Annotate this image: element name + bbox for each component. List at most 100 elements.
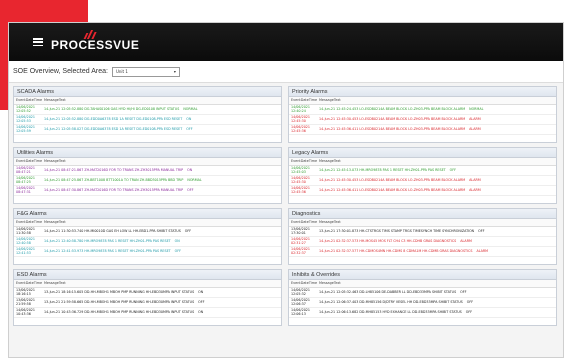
column-header-message[interactable]: MessageText	[317, 158, 556, 166]
alarm-row[interactable]: 14/06/2021 12:45:36 14-Jun-21 12:45:36.41…	[289, 185, 556, 196]
column-header-date[interactable]: EventDateTime	[14, 158, 42, 166]
column-header-date[interactable]: EventDateTime	[289, 97, 317, 105]
alarm-row[interactable]: 13/06/2021 18:16:15 13-Jun-21 18:16:15.60…	[14, 287, 281, 298]
alarm-row[interactable]: 13/06/2021 17:30:01 13-Jun-21 17:30:01.87…	[289, 226, 556, 237]
alarm-datetime: 14/06/2021 12:05:59	[14, 124, 42, 135]
alarm-status: ALARM	[469, 127, 481, 131]
alarm-message-cell: 14-Jun-21 12:41:53.973 HH-MRO9878 PAS 1 …	[42, 246, 281, 257]
column-header-date[interactable]: EventDateTime	[14, 219, 42, 227]
alarm-row[interactable]: 14/06/2021 12:05:52 14-Jun-21 12:05:52.88…	[14, 104, 281, 115]
column-header-message[interactable]: MessageText	[42, 280, 281, 288]
alarm-message-cell: 14-Jun-21 12:45:30.453 LO-ESDB0214A BEAM…	[317, 175, 556, 186]
alarm-message-cell: 14-Jun-21 08:47:25.867 ZH-BBT1008 BTT100…	[42, 175, 281, 186]
alarm-row[interactable]: 14/06/2021 12:41:53 14-Jun-21 12:41:53.97…	[14, 246, 281, 257]
alarm-row[interactable]: 14/06/2021 12:40:58 14-Jun-21 12:40:58.78…	[14, 236, 281, 247]
alarm-row[interactable]: 14/06/2021 08:47:31 14-Jun-21 08:47:30.86…	[14, 185, 281, 196]
alarm-row[interactable]: 14/06/2021 12:06:13 14-Jun-21 12:06:13.68…	[289, 307, 556, 318]
alarm-message: 14-Jun-21 12:06:37.403 DD-MH85156 D/DTRY…	[319, 300, 463, 304]
column-header-message[interactable]: MessageText	[317, 280, 556, 288]
column-header-date[interactable]: EventDateTime	[289, 158, 317, 166]
alarm-row[interactable]: 13/06/2021 21:59:58 13-Jun-21 21:59:58.66…	[14, 297, 281, 308]
column-header-date[interactable]: EventDateTime	[14, 280, 42, 288]
alarm-status: ON	[198, 290, 204, 294]
alarm-message: 14-Jun-21 12:06:13.682 DD-MH85153 HYD EX…	[319, 310, 462, 314]
alarm-row[interactable]: 14/06/2021 02:32:37 14-Jun-21 02:32:37.57…	[289, 246, 556, 257]
alarm-message: 14-Jun-21 02:32:37.577 HH-CDMOS4MN HH-CD…	[319, 249, 473, 253]
alarm-message-cell: 14-Jun-21 12:05:32.463 DD-LH85106 DE-DAB…	[317, 287, 556, 298]
alarm-message: 14-Jun-21 12:45:36.411 LO-ESDB0214A BEAM…	[319, 127, 466, 131]
alarm-row[interactable]: 14/06/2021 12:45:36 14-Jun-21 12:45:36.41…	[289, 124, 556, 135]
alarm-row[interactable]: 14/06/2021 12:45:30 14-Jun-21 12:45:30.45…	[289, 175, 556, 186]
alarm-status: ALARM	[460, 239, 472, 243]
alarm-table: EventDateTime MessageText 13/06/2021 18:…	[14, 280, 281, 318]
chevron-down-icon: ▾	[173, 69, 176, 74]
panel-title: Priority Alarms	[289, 87, 556, 97]
column-header-message[interactable]: MessageText	[317, 219, 556, 227]
alarm-table: EventDateTime MessageText 14/06/2021 08:…	[14, 158, 281, 196]
alarm-message: 14-Jun-21 12:45:24.453 LO-ESDB0214A BEAM…	[319, 107, 466, 111]
alarm-row[interactable]: 14/06/2021 08:47:25 14-Jun-21 08:47:25.86…	[14, 175, 281, 186]
alarm-status: ALARM	[469, 178, 481, 182]
alarm-datetime: 14/06/2021 02:32:37	[289, 246, 317, 257]
column-header-message[interactable]: MessageText	[42, 219, 281, 227]
alarm-message: 14-Jun-21 12:45:13.073 HH-MRO9878 PAS 1 …	[319, 168, 446, 172]
alarm-panel: ESD Alarms EventDateTime MessageText 13/…	[13, 269, 282, 326]
alarm-table: EventDateTime MessageText 14/06/2021 12:…	[289, 158, 556, 196]
column-header-message[interactable]: MessageText	[42, 97, 281, 105]
alarm-datetime: 14/06/2021 12:40:24	[289, 104, 317, 115]
panel-title: Legacy Alarms	[289, 148, 556, 158]
alarm-message-cell: 14-Jun-21 12:06:37.403 DD-MH85156 D/DTRY…	[317, 297, 556, 308]
alarm-row[interactable]: 14/06/2021 10:43:36 14-Jun-21 10:43:36.72…	[14, 307, 281, 318]
alarm-row[interactable]: 14/06/2021 02:31:27 14-Jun-21 02:32:37.57…	[289, 236, 556, 247]
area-select[interactable]: Unit 1 ▾	[111, 66, 180, 77]
column-header-message[interactable]: MessageText	[317, 97, 556, 105]
column-header-date[interactable]: EventDateTime	[14, 97, 42, 105]
alarm-message-cell: 14-Jun-21 12:05:52.880 DG-EDD0A6378 ESD …	[42, 114, 281, 125]
alarm-row[interactable]: 14/06/2021 11:30:58 14-Jun-21 11:30:53.74…	[14, 226, 281, 237]
alarm-row[interactable]: 14/06/2021 12:45:03 14-Jun-21 12:45:13.07…	[289, 165, 556, 176]
column-header-message[interactable]: MessageText	[42, 158, 281, 166]
alarm-status: OFF	[187, 188, 194, 192]
alarm-message: 14-Jun-21 02:32:37.573 HH-MOS45 MOS FLT …	[319, 239, 457, 243]
column-header-date[interactable]: EventDateTime	[289, 280, 317, 288]
alarm-datetime: 14/06/2021 12:40:58	[14, 236, 42, 247]
alarm-panel: Utilities Alarms EventDateTime MessageTe…	[13, 147, 282, 204]
alarm-message: 14-Jun-21 12:45:30.453 LO-ESDB0214A BEAM…	[319, 117, 466, 121]
alarm-table: EventDateTime MessageText 14/06/2021 11:…	[14, 219, 281, 257]
alarm-row[interactable]: 14/06/2021 12:06:37 14-Jun-21 12:06:37.40…	[289, 297, 556, 308]
alarm-status: NORMAL	[187, 178, 202, 182]
alarm-row[interactable]: 14/06/2021 12:45:30 14-Jun-21 12:45:30.45…	[289, 114, 556, 125]
alarm-message-cell: 14-Jun-21 12:45:36.411 LO-ESDB0214A BEAM…	[317, 185, 556, 196]
alarm-datetime: 14/06/2021 12:45:36	[289, 124, 317, 135]
alarm-status: OFF	[174, 249, 182, 253]
alarm-datetime: 14/06/2021 12:06:37	[289, 297, 317, 308]
alarm-row[interactable]: 14/06/2021 12:05:53 14-Jun-21 12:05:52.88…	[14, 114, 281, 125]
alarm-message-cell: 14-Jun-21 12:05:52.880 DG-TAHAS0106 GAS …	[42, 104, 281, 115]
alarm-message: 14-Jun-21 08:47:25.867 ZH-BBT1008 BTT100…	[44, 178, 184, 182]
panel-title: SCADA Alarms	[14, 87, 281, 97]
alarm-message: 14-Jun-21 12:05:58.027 DG-EDD0A6378 ESD …	[44, 127, 183, 131]
alarm-status: ON	[174, 239, 180, 243]
panel-title: Inhibits & Overrides	[289, 270, 556, 280]
alarm-message-cell: 14-Jun-21 02:32:37.577 HH-CDMOS4MN HH-CD…	[317, 246, 556, 257]
alarm-row[interactable]: 14/06/2021 12:40:24 14-Jun-21 12:45:24.45…	[289, 104, 556, 115]
logo-mark-icon	[83, 30, 97, 39]
alarm-row[interactable]: 14/06/2021 08:47:21 14-Jun-21 08:47:21.86…	[14, 165, 281, 176]
column-header-date[interactable]: EventDateTime	[289, 219, 317, 227]
alarm-table: EventDateTime MessageText 14/06/2021 12:…	[289, 97, 556, 135]
alarm-message: 14-Jun-21 12:41:53.973 HH-MRO9878 PAS 1 …	[44, 249, 171, 253]
alarm-message-cell: 14-Jun-21 08:47:21.867 ZH-MAT2016D FOR T…	[42, 165, 281, 176]
alarm-row[interactable]: 14/06/2021 12:05:32 14-Jun-21 12:05:32.46…	[289, 287, 556, 298]
alarm-message: 14-Jun-21 08:47:30.867 ZH-MAT2016D FOR T…	[44, 188, 184, 192]
soe-header: SOE Overview, Selected Area: Unit 1 ▾	[9, 61, 563, 83]
alarm-message-cell: 14-Jun-21 10:43:36.729 DD-HH-MBOH1 MBOH …	[42, 307, 281, 318]
alarm-row[interactable]: 14/06/2021 12:05:59 14-Jun-21 12:05:58.02…	[14, 124, 281, 135]
alarm-datetime: 14/06/2021 11:30:58	[14, 226, 42, 237]
alarm-message-cell: 14-Jun-21 12:45:30.453 LO-ESDB0214A BEAM…	[317, 114, 556, 125]
alarm-datetime: 14/06/2021 12:41:53	[14, 246, 42, 257]
alarm-datetime: 13/06/2021 18:16:15	[14, 287, 42, 298]
hamburger-menu-icon[interactable]	[33, 38, 43, 46]
alarm-datetime: 14/06/2021 12:45:30	[289, 114, 317, 125]
alarm-message: 14-Jun-21 12:05:32.463 DD-LH85106 DE-DAB…	[319, 290, 457, 294]
alarm-message: 14-Jun-21 12:40:58.780 HH-MRO9878 PAS 1 …	[44, 239, 171, 243]
